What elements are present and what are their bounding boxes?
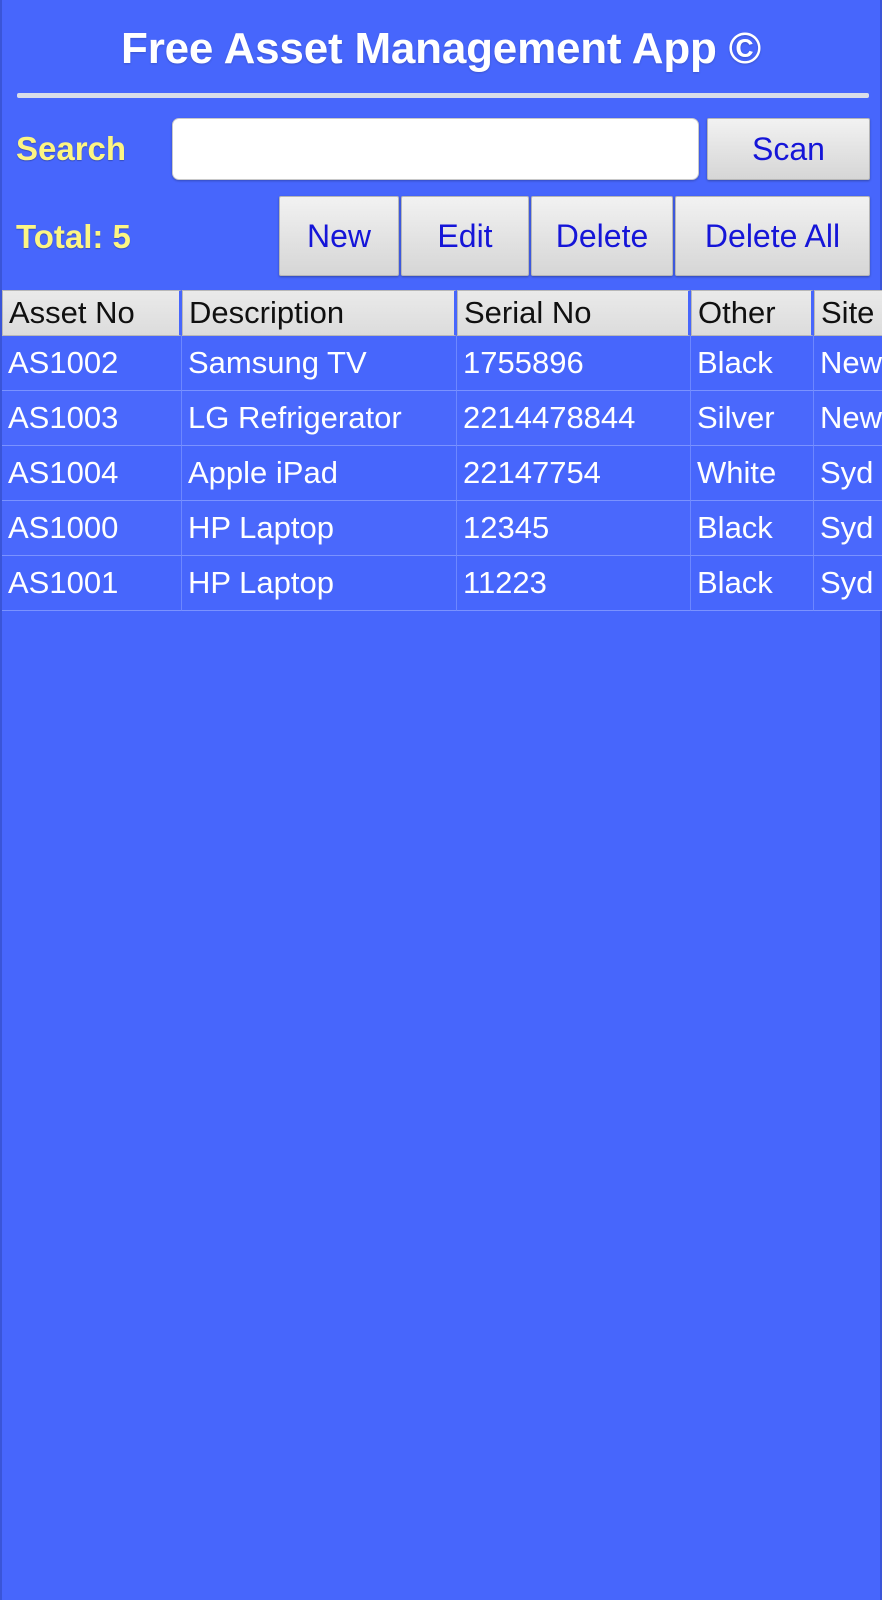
table-header: Asset No Description Serial No Other Sit… xyxy=(2,290,882,336)
cell-site: Syd xyxy=(814,501,882,556)
cell-site: Syd xyxy=(814,556,882,611)
cell-description: LG Refrigerator xyxy=(182,391,457,446)
new-button[interactable]: New xyxy=(279,196,399,276)
scan-button[interactable]: Scan xyxy=(707,118,870,180)
cell-description: HP Laptop xyxy=(182,501,457,556)
delete-all-button[interactable]: Delete All xyxy=(675,196,870,276)
column-header-other[interactable]: Other xyxy=(691,290,814,336)
edit-button[interactable]: Edit xyxy=(401,196,529,276)
cell-asset-no: AS1000 xyxy=(2,501,182,556)
cell-serial-no: 2214478844 xyxy=(457,391,691,446)
cell-site: New xyxy=(814,391,882,446)
cell-other: Black xyxy=(691,501,814,556)
column-header-serial-no[interactable]: Serial No xyxy=(457,290,691,336)
search-row: Search Scan xyxy=(2,112,882,186)
cell-asset-no: AS1004 xyxy=(2,446,182,501)
app-root: Free Asset Management App © Search Scan … xyxy=(0,0,882,1600)
cell-other: Black xyxy=(691,336,814,391)
cell-asset-no: AS1001 xyxy=(2,556,182,611)
column-header-asset-no[interactable]: Asset No xyxy=(2,290,182,336)
cell-site: Syd xyxy=(814,446,882,501)
search-input[interactable] xyxy=(172,118,699,180)
cell-serial-no: 12345 xyxy=(457,501,691,556)
cell-other: Silver xyxy=(691,391,814,446)
column-header-site[interactable]: Site xyxy=(814,290,882,336)
table-body: AS1002 Samsung TV 1755896 Black New AS1003 LG … xyxy=(2,336,882,611)
cell-serial-no: 11223 xyxy=(457,556,691,611)
cell-serial-no: 1755896 xyxy=(457,336,691,391)
table-row[interactable]: AS1000 HP Laptop 12345 Black Syd xyxy=(2,501,882,556)
table-row[interactable]: AS1001 HP Laptop 11223 Black Syd xyxy=(2,556,882,611)
table-row[interactable]: AS1002 Samsung TV 1755896 Black New xyxy=(2,336,882,391)
cell-description: HP Laptop xyxy=(182,556,457,611)
cell-site: New xyxy=(814,336,882,391)
cell-asset-no: AS1002 xyxy=(2,336,182,391)
action-button-group: New Edit Delete Delete All xyxy=(279,196,870,276)
search-label: Search xyxy=(16,130,127,167)
title-bar: Free Asset Management App © xyxy=(2,0,880,97)
title-divider xyxy=(17,93,869,98)
cell-asset-no: AS1003 xyxy=(2,391,182,446)
table-header-row: Asset No Description Serial No Other Sit… xyxy=(2,290,882,336)
table-row[interactable]: AS1004 Apple iPad 22147754 White Syd xyxy=(2,446,882,501)
cell-description: Samsung TV xyxy=(182,336,457,391)
asset-table: Asset No Description Serial No Other Sit… xyxy=(2,290,882,611)
action-row: Total: 5 New Edit Delete Delete All xyxy=(2,196,882,276)
total-count-label: Total: 5 xyxy=(16,218,131,255)
page-title: Free Asset Management App © xyxy=(121,23,761,73)
asset-table-container[interactable]: Asset No Description Serial No Other Sit… xyxy=(2,290,882,1600)
cell-other: White xyxy=(691,446,814,501)
cell-other: Black xyxy=(691,556,814,611)
cell-serial-no: 22147754 xyxy=(457,446,691,501)
delete-button[interactable]: Delete xyxy=(531,196,673,276)
table-row[interactable]: AS1003 LG Refrigerator 2214478844 Silver New xyxy=(2,391,882,446)
cell-description: Apple iPad xyxy=(182,446,457,501)
column-header-description[interactable]: Description xyxy=(182,290,457,336)
